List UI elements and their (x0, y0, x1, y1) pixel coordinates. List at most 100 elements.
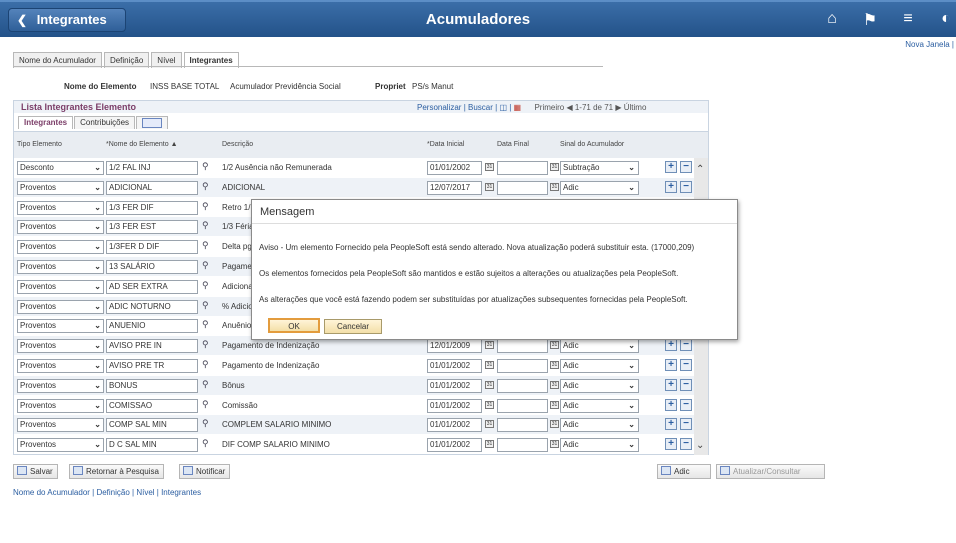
tipo-elemento-select[interactable]: Desconto ⌄ (17, 161, 104, 175)
sinal-acumulador-select[interactable]: Adic ⌄ (560, 398, 639, 413)
navbar-icon[interactable]: ◐ (936, 10, 956, 30)
calendar-icon[interactable]: 31 (550, 361, 559, 369)
calendar-icon[interactable]: 31 (485, 420, 494, 429)
calendar-icon[interactable]: 31 (485, 380, 494, 389)
data-inicial-input[interactable]: 01/01/2002 (427, 398, 482, 413)
nova-janela-link[interactable]: Nova Janela | (905, 40, 954, 49)
search-icon[interactable]: ⚲ (202, 379, 209, 390)
retornar-pesquisa-button[interactable]: Retornar à Pesquisa (69, 464, 164, 479)
menu-icon[interactable]: ≡ (898, 10, 918, 30)
scroll-down-icon[interactable]: ⌄ (696, 440, 704, 451)
salvar-button[interactable]: Salvar (13, 464, 58, 479)
data-inicial-input[interactable]: 01/01/2002 (427, 359, 482, 373)
search-icon[interactable]: ⚲ (202, 201, 209, 212)
ok-button[interactable]: OK (268, 318, 320, 333)
search-icon[interactable]: ⚲ (202, 418, 209, 429)
data-final-input[interactable] (497, 418, 548, 433)
search-icon[interactable]: ⚲ (202, 260, 209, 271)
sinal-acumulador-select[interactable]: Adic ⌄ (560, 180, 639, 195)
tipo-elemento-select[interactable]: Proventos ⌄ (17, 359, 104, 373)
tipo-elemento-select[interactable]: Proventos ⌄ (17, 200, 104, 215)
delete-row-button[interactable]: − (680, 339, 692, 352)
sinal-acumulador-select[interactable]: Adic ⌄ (560, 339, 639, 354)
add-row-button[interactable]: + (665, 378, 677, 391)
home-icon[interactable]: ⌂ (822, 10, 842, 30)
search-icon[interactable]: ⚲ (202, 181, 209, 192)
cancel-button[interactable]: Cancelar (324, 319, 382, 334)
calendar-icon[interactable]: 31 (550, 182, 559, 191)
scroll-up-icon[interactable]: ⌃ (696, 164, 704, 175)
data-final-input[interactable] (497, 378, 548, 393)
sinal-acumulador-select[interactable]: Subtração ⌄ (560, 161, 639, 175)
tipo-elemento-select[interactable]: Proventos ⌄ (17, 378, 104, 393)
delete-row-button[interactable]: − (680, 378, 692, 391)
data-inicial-input[interactable]: 12/07/2017 (427, 180, 482, 195)
delete-row-button[interactable]: − (680, 398, 692, 411)
tipo-elemento-select[interactable]: Proventos ⌄ (17, 260, 104, 274)
subtab-integrantes[interactable]: Integrantes (18, 116, 74, 129)
delete-row-button[interactable]: − (680, 438, 692, 451)
data-final-input[interactable] (497, 180, 548, 195)
tipo-elemento-select[interactable]: Proventos ⌄ (17, 240, 104, 255)
tipo-elemento-select[interactable]: Proventos ⌄ (17, 438, 104, 453)
search-icon[interactable]: ⚲ (202, 319, 209, 330)
calendar-icon[interactable]: 31 (485, 163, 494, 171)
data-final-input[interactable] (497, 161, 548, 175)
data-inicial-input[interactable]: 01/01/2002 (427, 438, 482, 453)
calendar-icon[interactable]: 31 (550, 420, 559, 429)
search-icon[interactable]: ⚲ (202, 220, 209, 231)
calendar-icon[interactable]: 31 (485, 341, 494, 350)
adic-button[interactable]: Adic (657, 464, 711, 479)
calendar-icon[interactable]: 31 (550, 341, 559, 350)
subtab-contribuicoes[interactable]: Contribuições (74, 116, 136, 129)
nome-elemento-input[interactable]: 1/3FER D DIF (106, 240, 198, 255)
tipo-elemento-select[interactable]: Proventos ⌄ (17, 398, 104, 413)
nome-elemento-input[interactable]: AD SER EXTRA (106, 279, 198, 294)
tipo-elemento-select[interactable]: Proventos ⌄ (17, 319, 104, 334)
nome-elemento-input[interactable]: BONUS (106, 378, 198, 393)
data-inicial-input[interactable]: 01/01/2002 (427, 418, 482, 433)
data-final-input[interactable] (497, 438, 548, 453)
data-final-input[interactable] (497, 339, 548, 354)
sinal-acumulador-select[interactable]: Adic ⌄ (560, 438, 639, 453)
calendar-icon[interactable]: 31 (550, 400, 559, 409)
delete-row-button[interactable]: − (680, 418, 692, 431)
data-inicial-input[interactable]: 01/01/2002 (427, 161, 482, 175)
add-row-button[interactable]: + (665, 398, 677, 411)
add-row-button[interactable]: + (665, 438, 677, 451)
data-final-input[interactable] (497, 359, 548, 373)
search-icon[interactable]: ⚲ (202, 339, 209, 350)
nome-elemento-input[interactable]: 13 SALÁRIO (106, 260, 198, 274)
personalizar-link[interactable]: Personalizar (417, 103, 461, 112)
add-row-button[interactable]: + (665, 339, 677, 352)
notificar-button[interactable]: Notificar (179, 464, 231, 479)
primeiro-link[interactable]: Primeiro (534, 103, 564, 112)
tipo-elemento-select[interactable]: Proventos ⌄ (17, 299, 104, 314)
tipo-elemento-select[interactable]: Proventos ⌄ (17, 339, 104, 354)
col-nome-elemento[interactable]: *Nome do Elemento ▲ (106, 141, 178, 148)
tipo-elemento-select[interactable]: Proventos ⌄ (17, 418, 104, 433)
tipo-elemento-select[interactable]: Proventos ⌄ (17, 180, 104, 195)
calendar-icon[interactable]: 31 (550, 163, 559, 171)
show-all-columns-button[interactable] (136, 116, 169, 129)
search-icon[interactable]: ⚲ (202, 359, 209, 370)
add-row-button[interactable]: + (665, 418, 677, 431)
nome-elemento-input[interactable]: D C SAL MIN (106, 438, 198, 453)
add-row-button[interactable]: + (665, 180, 677, 193)
nome-elemento-input[interactable]: 1/3 FER DIF (106, 200, 198, 215)
delete-row-button[interactable]: − (680, 359, 692, 371)
search-icon[interactable]: ⚲ (202, 300, 209, 311)
sinal-acumulador-select[interactable]: Adic ⌄ (560, 378, 639, 393)
sinal-acumulador-select[interactable]: Adic ⌄ (560, 359, 639, 373)
sinal-acumulador-select[interactable]: Adic ⌄ (560, 418, 639, 433)
tipo-elemento-select[interactable]: Proventos ⌄ (17, 279, 104, 294)
delete-row-button[interactable]: − (680, 180, 692, 193)
search-icon[interactable]: ⚲ (202, 438, 209, 449)
prev-page-icon[interactable]: ◀ (566, 103, 572, 112)
calendar-icon[interactable]: 31 (485, 361, 494, 369)
nome-elemento-input[interactable]: AVISO PRE IN (106, 339, 198, 354)
nome-elemento-input[interactable]: 1/2 FAL INJ (106, 161, 198, 175)
calendar-icon[interactable]: 31 (485, 182, 494, 191)
delete-row-button[interactable]: − (680, 161, 692, 173)
ultimo-link[interactable]: Último (624, 103, 647, 112)
